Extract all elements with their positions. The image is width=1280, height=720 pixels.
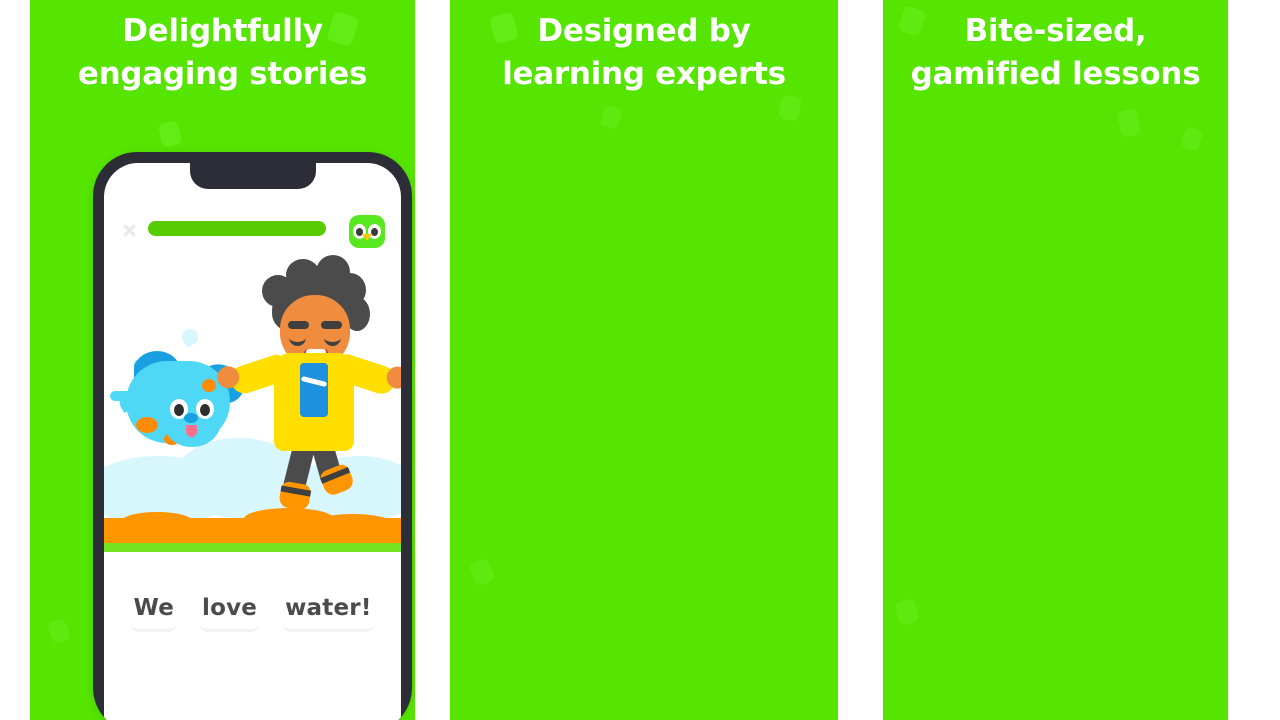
phone-mockup-stories: We love water! [93,152,412,720]
sentence-token[interactable]: We [131,593,177,632]
duolingo-owl-icon[interactable] [349,215,385,248]
progress-bar [148,221,326,236]
story-illustration [104,247,401,552]
boy-hand-right [383,363,401,392]
dog-eye-right [196,399,214,419]
confetti-shape [777,94,803,122]
headline-line-1: Bite-sized, [964,13,1147,49]
headline-line-2: learning experts [502,55,786,92]
panel-headline: Designed by learning experts [450,10,838,96]
confetti-shape [1116,107,1142,139]
headline-line-2: engaging stories [77,55,368,92]
owl-pupil [371,228,378,236]
confetti-shape [1179,125,1205,153]
boy-eye-right [324,335,341,346]
dog-spot [136,417,158,433]
owl-beak [362,234,372,241]
story-sentence: We love water! [104,593,401,632]
confetti-shape [157,120,183,148]
close-icon[interactable] [122,223,137,238]
ground-dirt [104,518,401,544]
panel-headline: Delightfully engaging stories [30,10,415,96]
dog-nose [184,413,198,423]
panel-headline: Bite-sized, gamified lessons [883,10,1228,96]
sentence-token[interactable]: water! [283,593,374,632]
confetti-shape [598,103,624,131]
panel-experts: Designed by learning experts [450,0,838,720]
boy-brow-left [288,321,309,329]
boy-character [214,255,401,519]
exercise-topbar [104,215,401,248]
boy-shirt [300,363,328,417]
screenshot-gallery: Delightfully engaging stories We love wa… [0,0,1280,720]
progress-bar-fill [148,221,326,236]
panel-lessons: Bite-sized, gamified lessons [883,0,1228,720]
boy-raincoat [274,353,354,451]
app-screen-stories: We love water! [104,163,401,720]
sentence-token[interactable]: love [200,593,260,632]
boot-stripe [280,485,312,497]
confetti-shape [46,617,72,645]
dog-face [162,389,222,447]
confetti-shape [893,597,921,627]
confetti-shape [468,557,496,587]
boy-brow-right [321,321,342,329]
dog-spot [202,379,216,392]
dog-tongue [186,425,197,437]
boy-boot-left [277,480,313,512]
water-drop [179,326,201,348]
headline-line-2: gamified lessons [910,55,1201,92]
headline-line-1: Designed by [537,13,751,49]
dog-tail [110,391,138,401]
boy-eye-left [289,335,306,346]
phone-notch [189,163,316,189]
headline-line-1: Delightfully [122,13,323,49]
ground-grass [104,543,401,552]
panel-stories: Delightfully engaging stories We love wa… [30,0,415,720]
